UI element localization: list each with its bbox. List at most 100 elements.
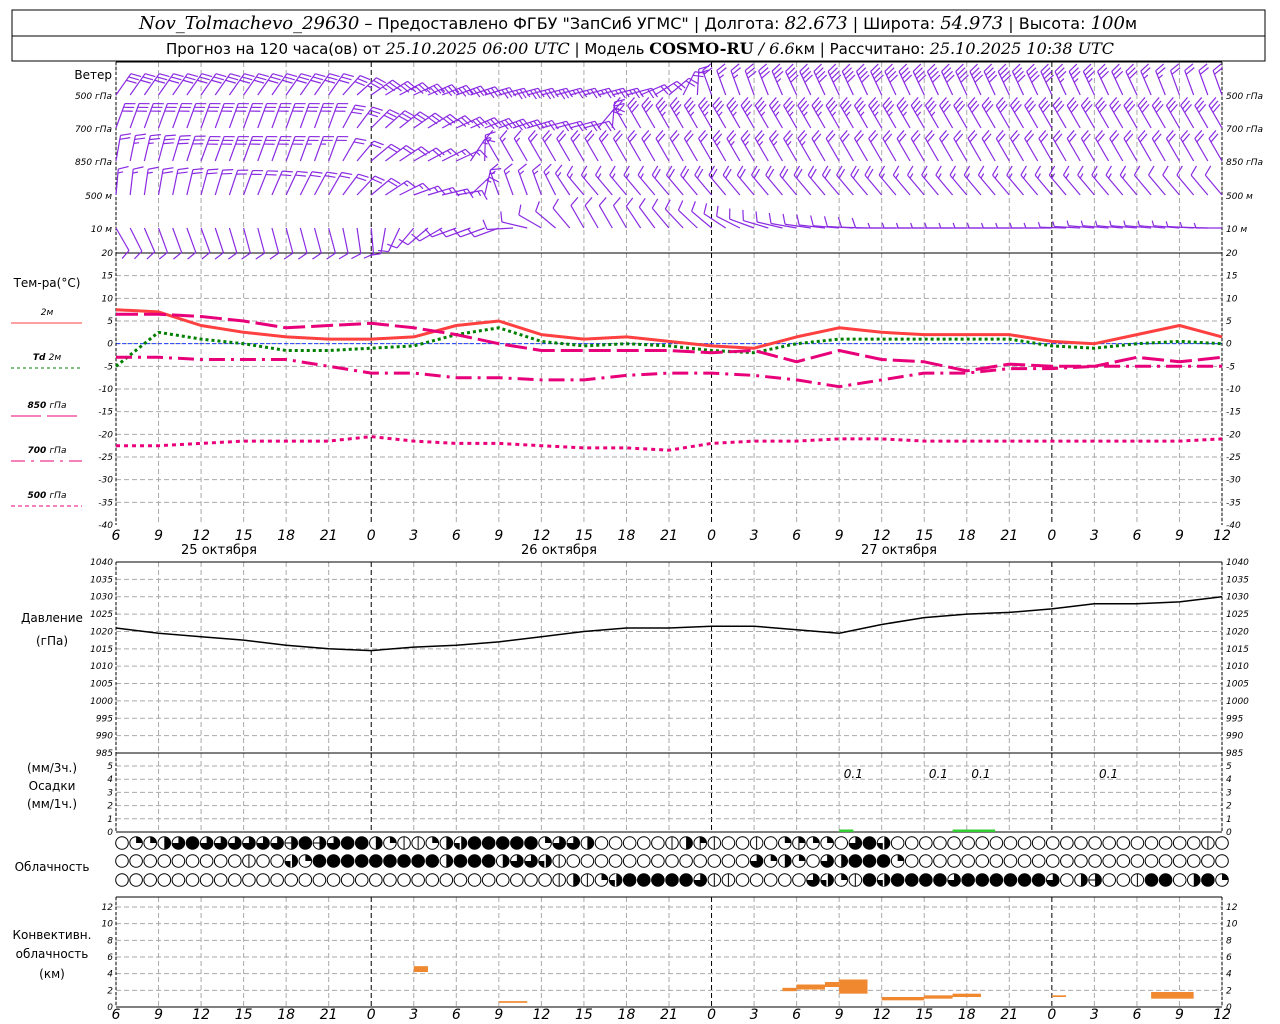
- wind-barb: [255, 227, 266, 260]
- cloud-cover-symbol: [735, 873, 750, 887]
- precip-value-label: 0.1: [844, 767, 863, 781]
- cloud-cover-symbol: [778, 836, 792, 850]
- legend-label: 500 гПа: [28, 491, 67, 501]
- wind-barb-feather: [768, 212, 772, 224]
- precip-tick-label: 1: [1226, 815, 1232, 825]
- wind-barb: [771, 63, 784, 96]
- cloud-outline: [975, 854, 990, 868]
- wind-barb-feather: [376, 77, 387, 84]
- cloud-outline: [1003, 836, 1018, 850]
- cloud-outline: [608, 854, 623, 868]
- wind-barb-feather: [144, 73, 156, 78]
- precip-value-label: 0.1: [971, 767, 990, 781]
- cloud-outline: [594, 836, 609, 850]
- wind-barb-feather: [211, 79, 222, 84]
- cloud-cover-symbol: [383, 873, 397, 887]
- wind-barb-feather: [782, 213, 786, 225]
- cloud-cover-symbol: [1172, 854, 1187, 868]
- wind-barb-feather: [789, 111, 794, 117]
- cloud-cover-symbol: [228, 873, 242, 887]
- wind-barb-feather: [966, 222, 970, 229]
- precip-bar: [952, 829, 996, 832]
- wind-barb-feather: [370, 82, 381, 89]
- wind-barb: [907, 165, 925, 196]
- cloud-cover-symbol: [1074, 854, 1088, 868]
- cloud-outline: [1186, 836, 1201, 850]
- wind-barb-feather: [776, 78, 782, 83]
- wind-barb-feather: [503, 163, 513, 172]
- wind-barb-shaft: [445, 227, 471, 238]
- wind-barb-feather: [406, 180, 416, 188]
- wind-barb-feather: [382, 86, 388, 91]
- x-tick-label: 6: [452, 1007, 461, 1023]
- cloud-outline: [735, 873, 750, 887]
- wind-barb-feather: [142, 76, 154, 81]
- conv-tick-label: 6: [107, 953, 113, 963]
- wind-barb-feather: [383, 114, 394, 121]
- cloud-outline: [919, 854, 933, 868]
- wind-barb-feather: [134, 137, 146, 141]
- wind-barb-feather: [461, 150, 467, 156]
- cloud-cover-symbol: [298, 873, 313, 887]
- cloud-outline: [199, 854, 214, 868]
- wind-barb-feather: [373, 79, 384, 87]
- wind-barb-feather: [310, 174, 321, 178]
- wind-barb: [995, 97, 1010, 129]
- cloud-outline: [651, 836, 665, 850]
- wind-barb: [570, 197, 585, 229]
- cloud-cover-symbol: [453, 854, 468, 868]
- x-tick-label: 21: [660, 528, 678, 544]
- wind-barb-feather: [733, 74, 739, 79]
- cloud-cover-symbol: [157, 836, 172, 850]
- cloud-cover-symbol: [651, 854, 665, 868]
- x-tick-label: 15: [575, 1007, 593, 1023]
- cloud-outline: [933, 836, 947, 850]
- x-tick-label: 12: [1213, 1007, 1231, 1023]
- wind-barb-feather: [147, 171, 153, 174]
- cloud-outline: [975, 836, 990, 850]
- wind-barb: [1194, 97, 1209, 129]
- x-tick-label: 3: [1090, 528, 1099, 544]
- cloud-cover-symbol: [862, 836, 877, 850]
- wind-barb-feather: [598, 197, 607, 206]
- x-tick-label: 3: [750, 528, 759, 544]
- pressure-tick-label: 1010: [90, 662, 113, 672]
- cloud-cover-symbol: [467, 854, 482, 868]
- cloud-outline: [157, 873, 172, 887]
- wind-barb-feather: [353, 141, 365, 145]
- cloud-cover-symbol: [510, 854, 524, 868]
- wind-barb-feather: [545, 171, 550, 176]
- cloud-outline: [933, 854, 947, 868]
- cloud-cover-symbol: [425, 873, 440, 887]
- wind-barb-feather: [187, 73, 198, 78]
- wind-barb-shaft: [200, 227, 211, 253]
- wind-barb: [1052, 221, 1081, 229]
- cloud-cover-symbol: [383, 854, 397, 868]
- wind-barb: [669, 130, 684, 162]
- wind-barb: [758, 63, 771, 96]
- wind-barb: [172, 167, 189, 196]
- wind-barb-feather: [206, 172, 218, 175]
- wind-barb-feather: [300, 73, 312, 78]
- cloud-fill: [1080, 873, 1088, 887]
- cloud-cover-symbol: [834, 836, 849, 850]
- wind-barb-feather: [746, 111, 751, 117]
- x-tick-label: 18: [958, 1007, 976, 1023]
- alt-label: | Высота:: [1003, 14, 1090, 33]
- wind-barb-feather: [343, 73, 354, 78]
- temp-tick-label: -30: [1226, 476, 1241, 486]
- cloud-cover-symbol: [1017, 873, 1032, 887]
- cloud-cover-symbol: [679, 836, 693, 850]
- cloud-cover-symbol: [439, 836, 454, 850]
- pressure-tick-label: 995: [96, 714, 113, 724]
- wind-barb-feather: [148, 166, 159, 170]
- wind-barb: [740, 97, 755, 129]
- wind-barb-feather: [1094, 220, 1098, 226]
- wind-barb: [1137, 97, 1152, 129]
- cloud-cover-symbol: [411, 836, 425, 850]
- wind-barb-feather: [803, 111, 808, 117]
- wind-barb-feather: [1023, 173, 1027, 179]
- wind-barb-shaft: [396, 227, 415, 249]
- cloud-cover-symbol: [792, 854, 806, 868]
- wind-barb-feather: [513, 130, 522, 139]
